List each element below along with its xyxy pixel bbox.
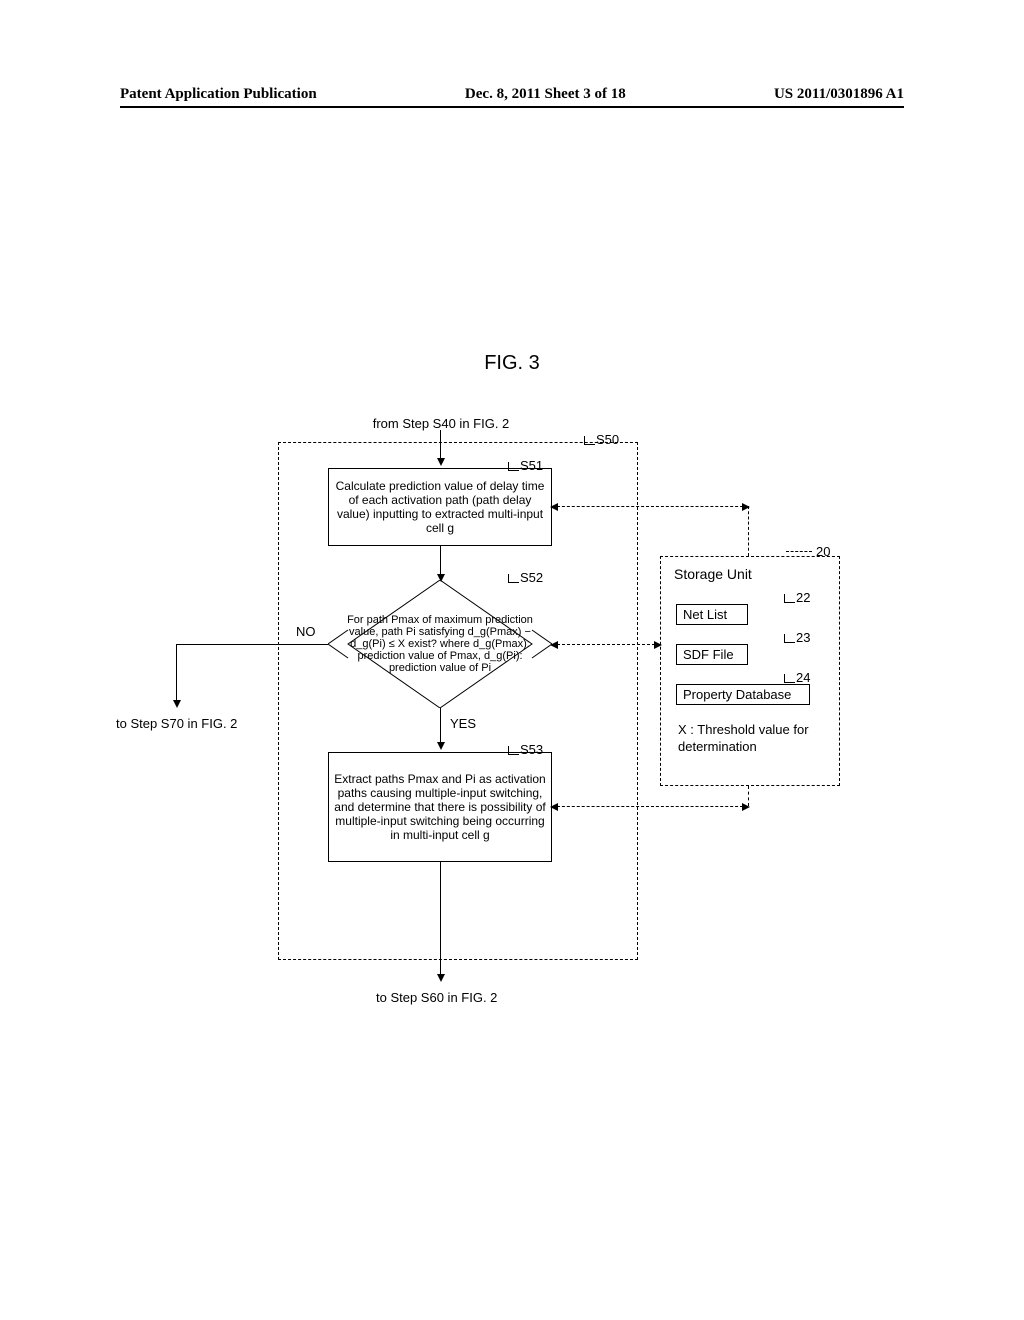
storage-ref-20: 20 <box>816 544 830 559</box>
ref-22: 22 <box>796 590 810 605</box>
s53-text: Extract paths Pmax and Pi as activation … <box>333 772 547 842</box>
ref-23: 23 <box>796 630 810 645</box>
arrow-s51-s52 <box>440 546 441 580</box>
dash-s52-storage <box>552 644 660 645</box>
no-label: NO <box>296 624 316 639</box>
sdf-file-box: SDF File <box>676 644 748 665</box>
yes-label: YES <box>450 716 476 731</box>
s52-ref-label: S52 <box>520 570 543 585</box>
property-database-box: Property Database <box>676 684 810 705</box>
storage-title: Storage Unit <box>674 566 752 582</box>
figure-title: FIG. 3 <box>0 352 1024 375</box>
header-left: Patent Application Publication <box>120 86 317 103</box>
from-step-label: from Step S40 in FIG. 2 <box>0 416 953 431</box>
dash-s51-storage-v <box>748 506 749 556</box>
arrow-s53-out <box>440 862 441 980</box>
s52-decision: For path Pmax of maximum prediction valu… <box>328 580 552 708</box>
dash-s53-storage <box>552 806 748 807</box>
header-divider <box>120 106 904 108</box>
no-path-v <box>176 644 177 706</box>
s52-text: For path Pmax of maximum prediction valu… <box>346 594 534 694</box>
net-list-box: Net List <box>676 604 748 625</box>
s50-ref-label: S50 <box>596 432 619 447</box>
to-step-s60-label: to Step S60 in FIG. 2 <box>376 990 497 1005</box>
arrow-s52-s53 <box>440 708 441 748</box>
dash-s51-storage <box>552 506 748 507</box>
ref-24: 24 <box>796 670 810 685</box>
header-center: Dec. 8, 2011 Sheet 3 of 18 <box>465 86 626 103</box>
s51-text: Calculate prediction value of delay time… <box>331 479 549 535</box>
to-step-s70-label: to Step S70 in FIG. 2 <box>116 716 237 731</box>
s51-process-box: Calculate prediction value of delay time… <box>328 468 552 546</box>
header-right: US 2011/0301896 A1 <box>774 86 904 103</box>
s51-ref-label: S51 <box>520 458 543 473</box>
s53-process-box: Extract paths Pmax and Pi as activation … <box>328 752 552 862</box>
threshold-text: X : Threshold value for determination <box>678 722 838 756</box>
no-path-h <box>176 644 328 645</box>
s53-ref-label: S53 <box>520 742 543 757</box>
dash-s53-storage-v <box>748 786 749 806</box>
